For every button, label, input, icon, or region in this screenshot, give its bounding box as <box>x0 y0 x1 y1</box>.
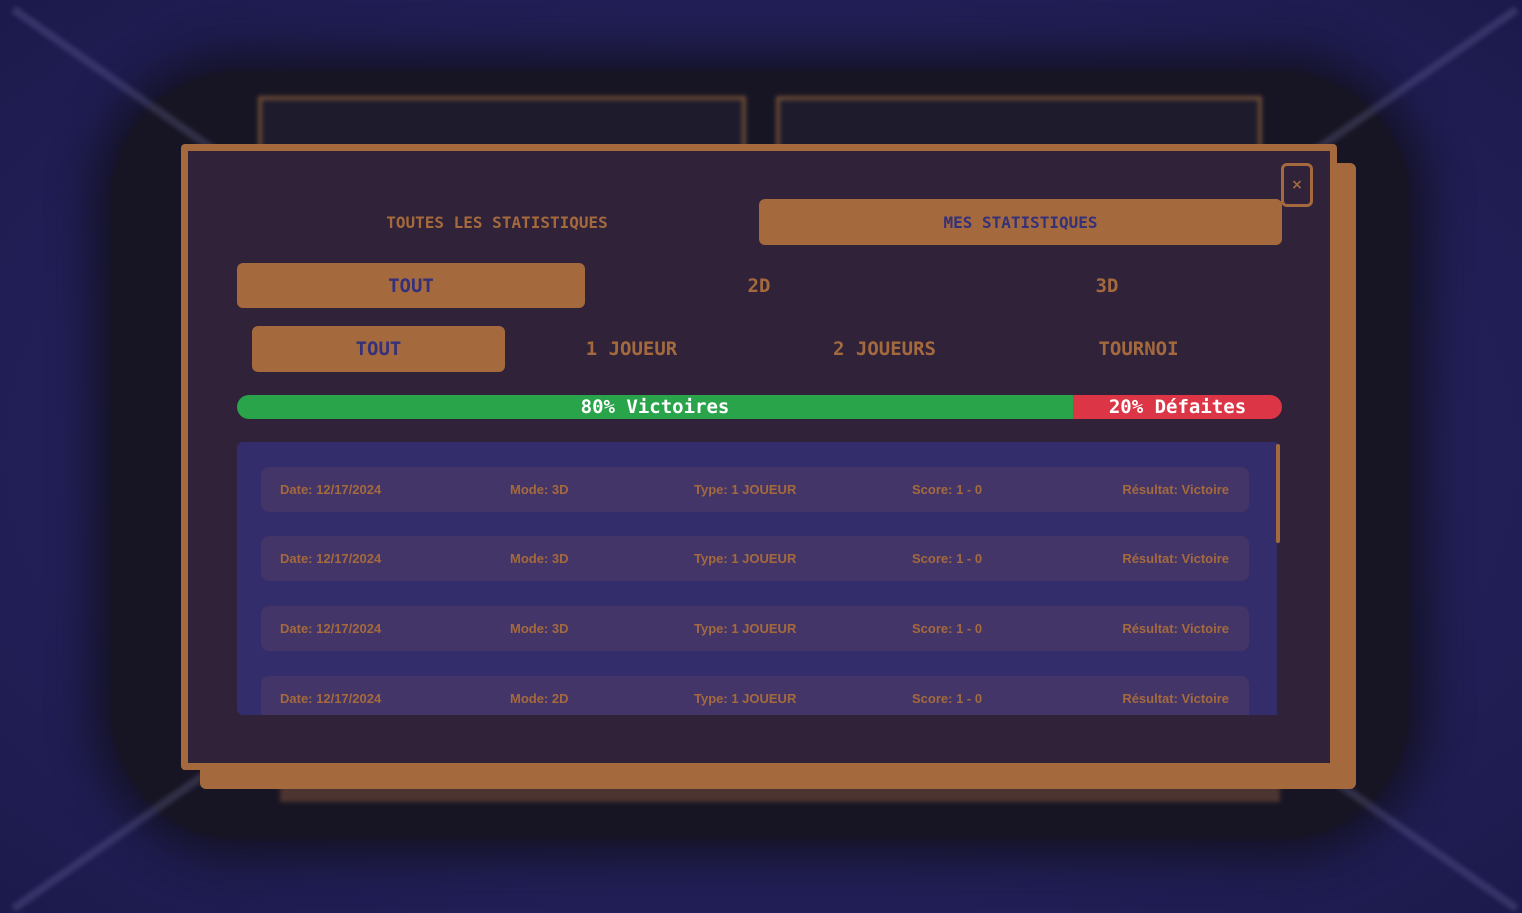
match-result: Résultat: Victoire <box>1122 551 1229 566</box>
tab-my-statistics[interactable]: MES STATISTIQUES <box>759 199 1282 245</box>
match-row: Date: 12/17/2024 Mode: 3D Type: 1 JOUEUR… <box>261 467 1249 512</box>
match-type: Type: 1 JOUEUR <box>694 551 797 566</box>
match-type: Type: 1 JOUEUR <box>694 482 797 497</box>
match-history-list[interactable]: Date: 12/17/2024 Mode: 3D Type: 1 JOUEUR… <box>237 442 1277 715</box>
match-score: Score: 1 - 0 <box>912 482 983 497</box>
close-icon: × <box>1291 177 1303 193</box>
match-type: Type: 1 JOUEUR <box>694 691 797 706</box>
match-date: Date: 12/17/2024 <box>280 482 382 497</box>
filter-type-1-player[interactable]: 1 JOUEUR <box>505 326 758 372</box>
match-row: Date: 12/17/2024 Mode: 3D Type: 1 JOUEUR… <box>261 536 1249 581</box>
match-score: Score: 1 - 0 <box>912 691 983 706</box>
tab-all-statistics[interactable]: TOUTES LES STATISTIQUES <box>237 199 757 245</box>
match-score: Score: 1 - 0 <box>912 551 983 566</box>
match-mode: Mode: 3D <box>510 482 569 497</box>
filter-dimension-all[interactable]: TOUT <box>237 263 585 308</box>
loss-segment: 20% Défaites <box>1073 395 1282 419</box>
match-score: Score: 1 - 0 <box>912 621 983 636</box>
filter-dimension-3d[interactable]: 3D <box>933 263 1281 308</box>
match-date: Date: 12/17/2024 <box>280 551 382 566</box>
match-type: Type: 1 JOUEUR <box>694 621 797 636</box>
filter-type-2-players[interactable]: 2 JOUEURS <box>758 326 1011 372</box>
filter-dimension-2d[interactable]: 2D <box>585 263 933 308</box>
close-button[interactable]: × <box>1281 163 1313 207</box>
match-date: Date: 12/17/2024 <box>280 691 382 706</box>
match-result: Résultat: Victoire <box>1122 691 1229 706</box>
win-label: 80% Victoires <box>580 396 730 418</box>
win-segment: 80% Victoires <box>237 395 1073 419</box>
match-mode: Mode: 2D <box>510 691 569 706</box>
match-mode: Mode: 3D <box>510 551 569 566</box>
match-result: Résultat: Victoire <box>1122 482 1229 497</box>
match-row: Date: 12/17/2024 Mode: 3D Type: 1 JOUEUR… <box>261 606 1249 651</box>
history-scrollbar[interactable] <box>1276 444 1280 543</box>
match-date: Date: 12/17/2024 <box>280 621 382 636</box>
loss-label: 20% Défaites <box>1108 396 1247 418</box>
background-ray <box>11 756 229 912</box>
filter-type-all[interactable]: TOUT <box>252 326 505 372</box>
filter-type-tournament[interactable]: TOURNOI <box>1011 326 1266 372</box>
match-mode: Mode: 3D <box>510 621 569 636</box>
win-loss-ratio-bar: 80% Victoires 20% Défaites <box>237 395 1282 419</box>
match-result: Résultat: Victoire <box>1122 621 1229 636</box>
match-row: Date: 12/17/2024 Mode: 2D Type: 1 JOUEUR… <box>261 676 1249 715</box>
